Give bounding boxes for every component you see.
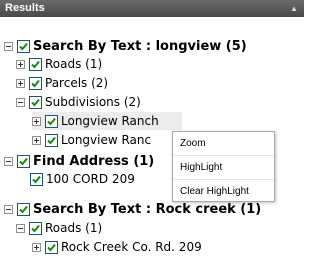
node-label: Parcels (2) xyxy=(45,76,109,90)
checkbox[interactable] xyxy=(29,76,42,90)
check-icon xyxy=(47,136,56,144)
expand-icon[interactable] xyxy=(32,135,41,145)
check-icon xyxy=(32,175,41,183)
context-menu: Zoom HighLight Clear HighLight xyxy=(172,131,275,202)
checkbox[interactable] xyxy=(17,39,30,53)
check-icon xyxy=(19,157,28,165)
collapse-icon[interactable] xyxy=(16,97,25,107)
collapse-icon[interactable] xyxy=(4,41,13,51)
menu-item-clear-highlight[interactable]: Clear HighLight xyxy=(173,180,274,203)
checkbox[interactable] xyxy=(45,240,58,254)
tree-node-longview-ranch-1[interactable]: Longview Ranch xyxy=(32,112,182,130)
checkbox[interactable] xyxy=(29,221,42,235)
check-icon xyxy=(19,205,28,213)
expand-icon[interactable] xyxy=(32,116,41,126)
tree-node-subdivisions[interactable]: Subdivisions (2) xyxy=(16,93,141,111)
node-label: Search By Text : longview (5) xyxy=(33,38,247,54)
menu-item-highlight[interactable]: HighLight xyxy=(173,156,274,180)
node-label: Search By Text : Rock creek (1) xyxy=(33,201,262,217)
checkbox[interactable] xyxy=(45,114,58,128)
menu-item-zoom[interactable]: Zoom xyxy=(173,132,274,156)
checkbox[interactable] xyxy=(17,202,30,216)
node-label: Subdivisions (2) xyxy=(45,95,141,109)
tree-node-roads-2[interactable]: Roads (1) xyxy=(16,219,102,237)
check-icon xyxy=(31,60,40,68)
tree-node-find-address[interactable]: Find Address (1) xyxy=(4,152,154,170)
check-icon xyxy=(31,224,40,232)
collapse-icon[interactable] xyxy=(4,156,13,166)
tree-node-parcels[interactable]: Parcels (2) xyxy=(16,74,108,92)
node-label: Roads (1) xyxy=(45,57,103,71)
checkbox[interactable] xyxy=(30,172,43,186)
expand-icon[interactable] xyxy=(16,78,25,88)
check-icon xyxy=(47,117,56,125)
tree-node-rock-creek-road[interactable]: Rock Creek Co. Rd. 209 xyxy=(32,238,202,256)
collapse-icon[interactable] xyxy=(4,204,13,214)
check-icon xyxy=(47,243,56,251)
tree-node-address-item[interactable]: 100 CORD 209 xyxy=(30,170,135,188)
checkbox[interactable] xyxy=(45,133,58,147)
node-label: Find Address (1) xyxy=(33,153,155,169)
collapse-icon[interactable] xyxy=(16,223,25,233)
expand-icon[interactable] xyxy=(32,242,41,252)
checkbox[interactable] xyxy=(29,95,42,109)
node-label: Longview Ranch xyxy=(61,114,159,128)
node-label: 100 CORD 209 xyxy=(46,172,135,186)
node-label: Rock Creek Co. Rd. 209 xyxy=(61,240,202,254)
node-label: Longview Ranc xyxy=(61,133,152,147)
expand-icon[interactable] xyxy=(16,59,25,69)
checkbox[interactable] xyxy=(29,57,42,71)
check-icon xyxy=(19,42,28,50)
tree-node-longview-ranch-2[interactable]: Longview Ranc xyxy=(32,131,151,149)
check-icon xyxy=(31,79,40,87)
check-icon xyxy=(31,98,40,106)
tree-node-search-longview[interactable]: Search By Text : longview (5) xyxy=(4,37,247,55)
checkbox[interactable] xyxy=(17,154,30,168)
tree-node-roads[interactable]: Roads (1) xyxy=(16,55,102,73)
node-label: Roads (1) xyxy=(45,221,103,235)
